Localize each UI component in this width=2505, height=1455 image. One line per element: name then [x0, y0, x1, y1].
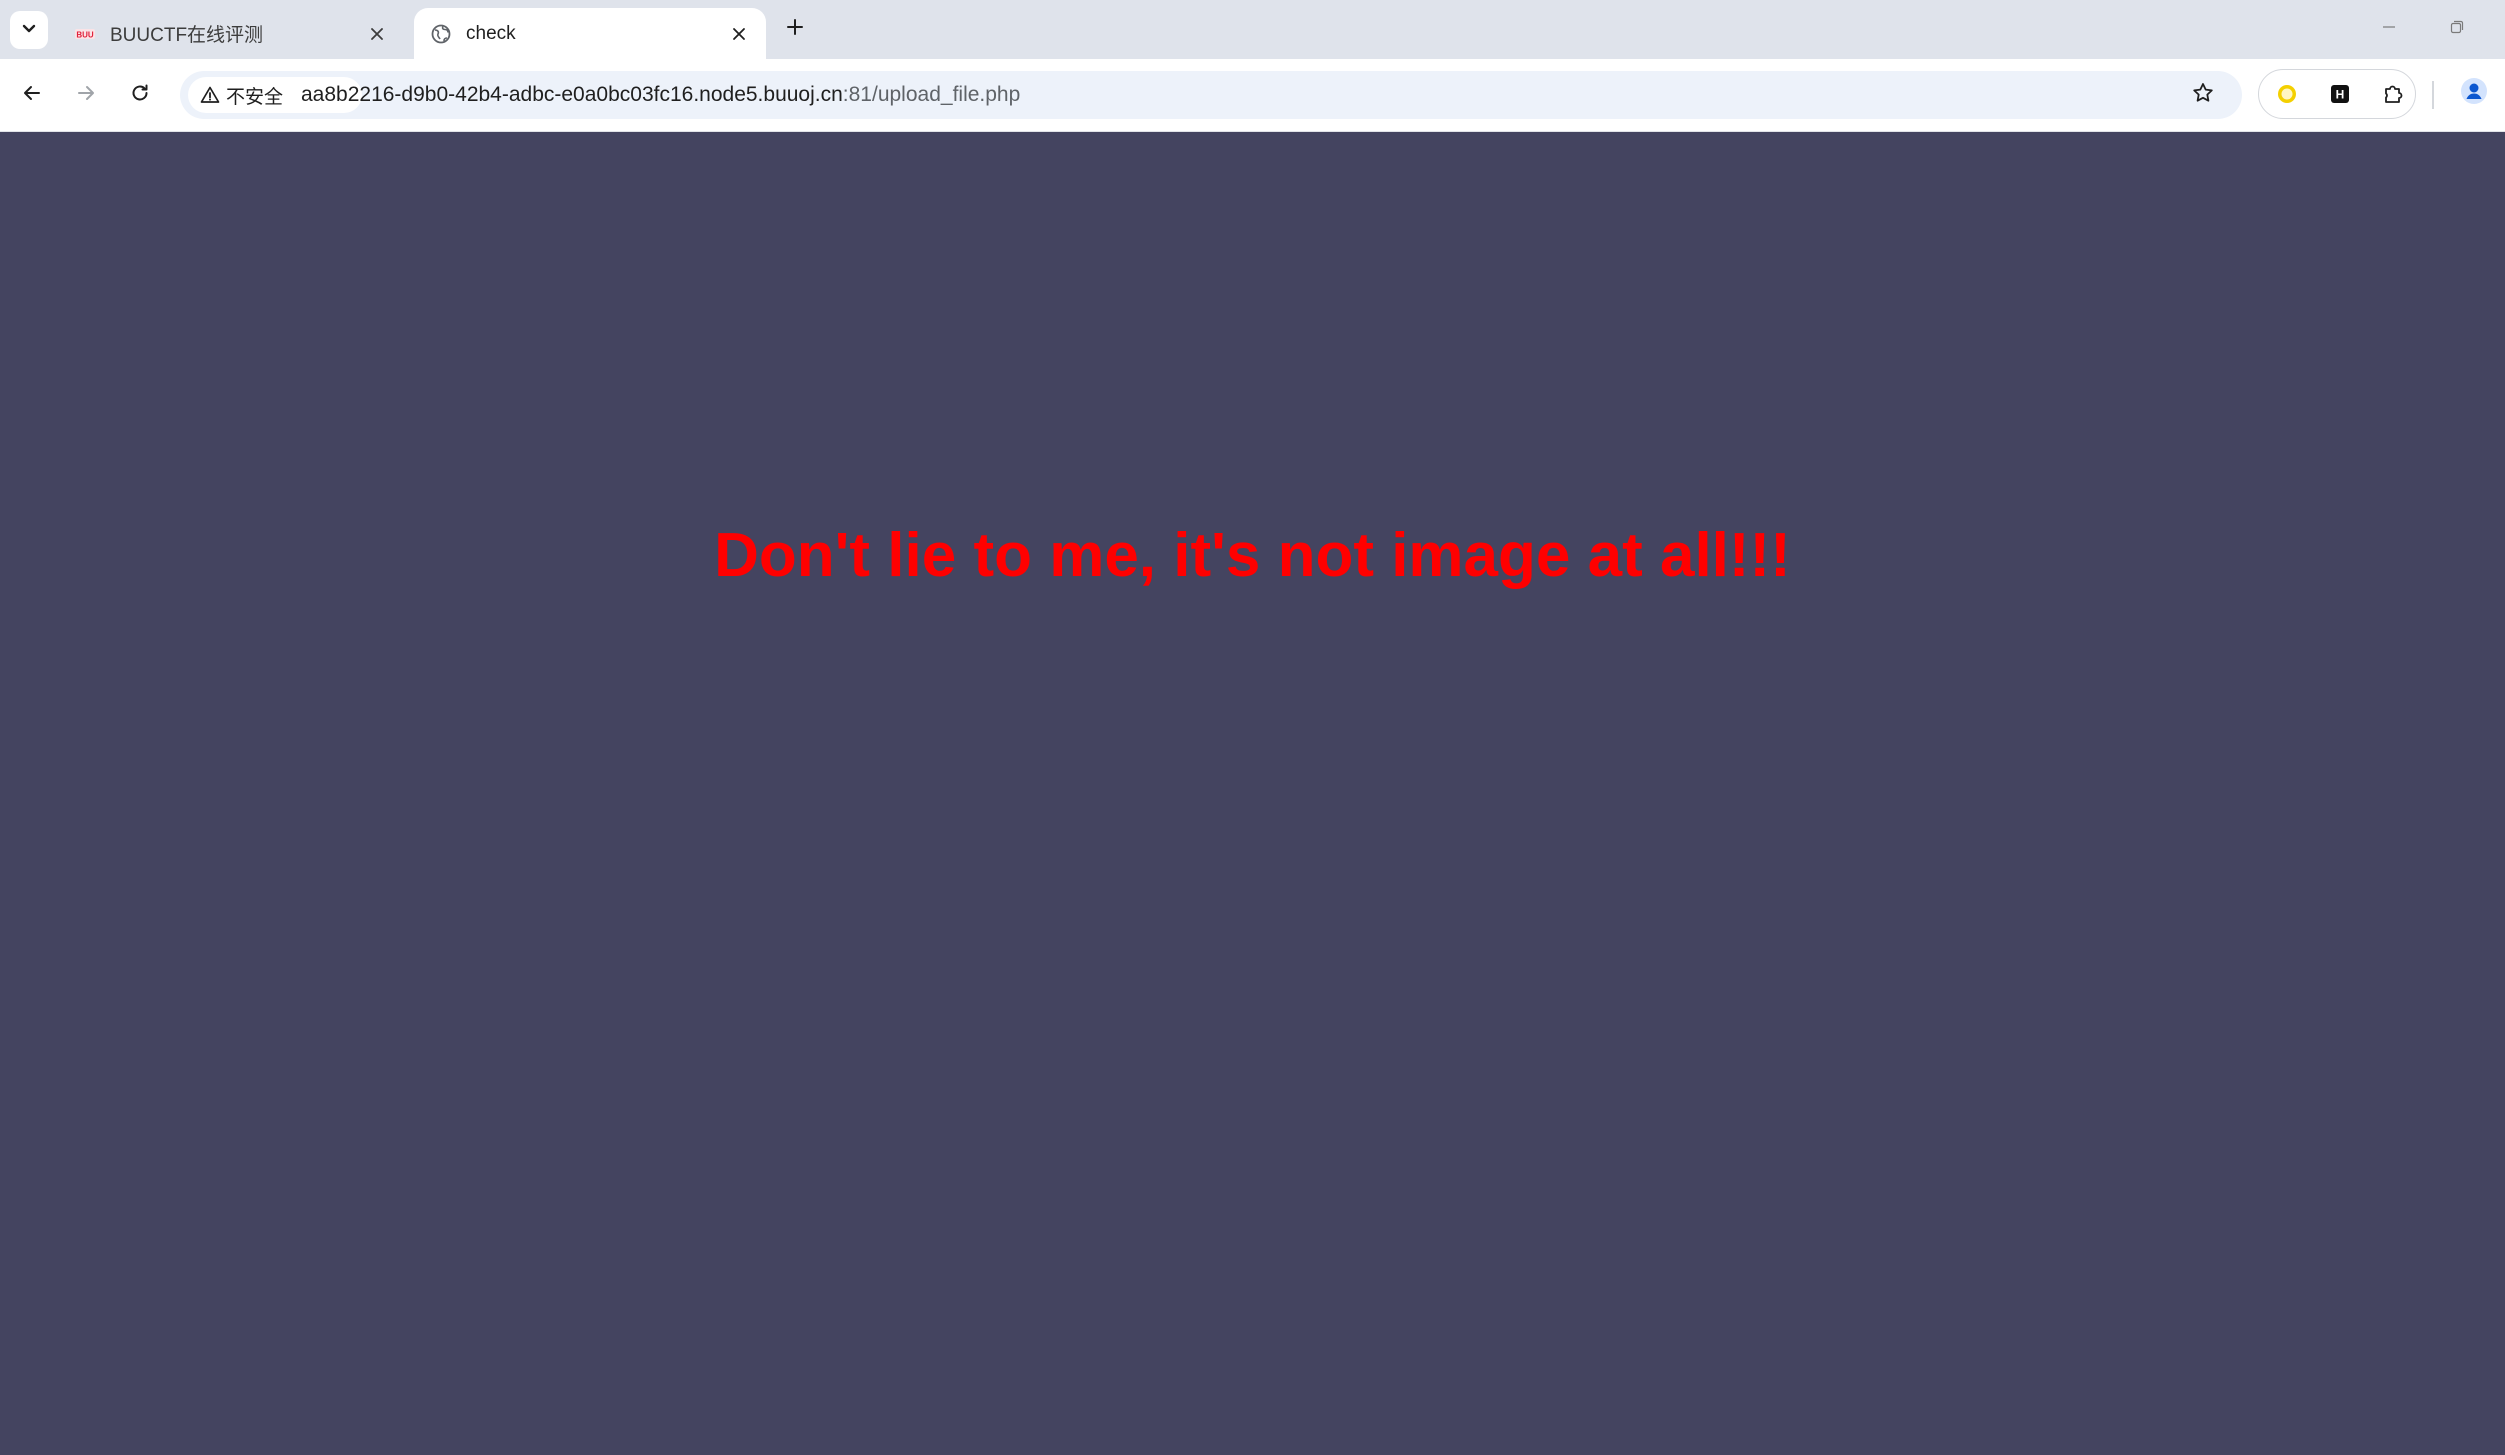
browser-toolbar: 不安全 aa8b2216-d9b0-42b4-adbc-e0a0bc03fc16…: [0, 59, 2505, 132]
reload-icon: [129, 82, 151, 109]
arrow-left-icon: [21, 82, 43, 109]
restore-button[interactable]: [2442, 14, 2472, 44]
error-message: Don't lie to me, it's not image at all!!…: [714, 521, 1791, 590]
svg-text:H: H: [2336, 88, 2345, 102]
tab-search-button[interactable]: [10, 11, 48, 49]
profile-button[interactable]: [2456, 75, 2492, 111]
warning-icon: [200, 85, 220, 105]
minimize-button[interactable]: [2374, 14, 2404, 44]
tab-title: BUUCTF在线评测: [110, 25, 264, 46]
forward-button[interactable]: [68, 77, 104, 113]
restore-icon: [2448, 18, 2466, 41]
star-icon: [2191, 81, 2215, 110]
arrow-right-icon: [75, 82, 97, 109]
tab-strip: BUU BUUCTF在线评测 check: [0, 0, 2505, 59]
extensions-group: H: [2258, 69, 2416, 119]
tab-title: check: [466, 22, 516, 44]
h-extension-icon[interactable]: H: [2326, 80, 2354, 108]
url-path: :81/upload_file.php: [842, 83, 1021, 106]
back-button[interactable]: [14, 77, 50, 113]
buuctf-favicon-icon: BUU: [74, 23, 96, 45]
address-bar[interactable]: 不安全 aa8b2216-d9b0-42b4-adbc-e0a0bc03fc16…: [180, 71, 2242, 119]
profile-avatar-icon: [2459, 76, 2489, 111]
url-text[interactable]: aa8b2216-d9b0-42b4-adbc-e0a0bc03fc16.nod…: [301, 83, 1020, 107]
page-content: Don't lie to me, it's not image at all!!…: [0, 132, 2505, 1455]
tab-buuctf[interactable]: BUU BUUCTF在线评测: [58, 8, 404, 59]
toolbar-divider: [2432, 81, 2434, 109]
globe-icon: [430, 23, 452, 45]
minimize-icon: [2380, 18, 2398, 41]
url-host: aa8b2216-d9b0-42b4-adbc-e0a0bc03fc16.nod…: [301, 83, 843, 106]
tab-check[interactable]: check: [414, 8, 766, 59]
puzzle-extensions-icon[interactable]: [2379, 80, 2407, 108]
security-label: 不安全: [226, 86, 284, 108]
bookmark-star-button[interactable]: [2188, 80, 2218, 110]
plus-icon: [785, 17, 805, 42]
chevron-down-icon: [20, 19, 38, 42]
svg-text:BUU: BUU: [76, 30, 94, 39]
close-icon[interactable]: [364, 21, 390, 47]
close-icon[interactable]: [726, 21, 752, 47]
yellow-circle-extension-icon[interactable]: [2273, 80, 2301, 108]
reload-button[interactable]: [122, 77, 158, 113]
new-tab-button[interactable]: [780, 14, 810, 44]
